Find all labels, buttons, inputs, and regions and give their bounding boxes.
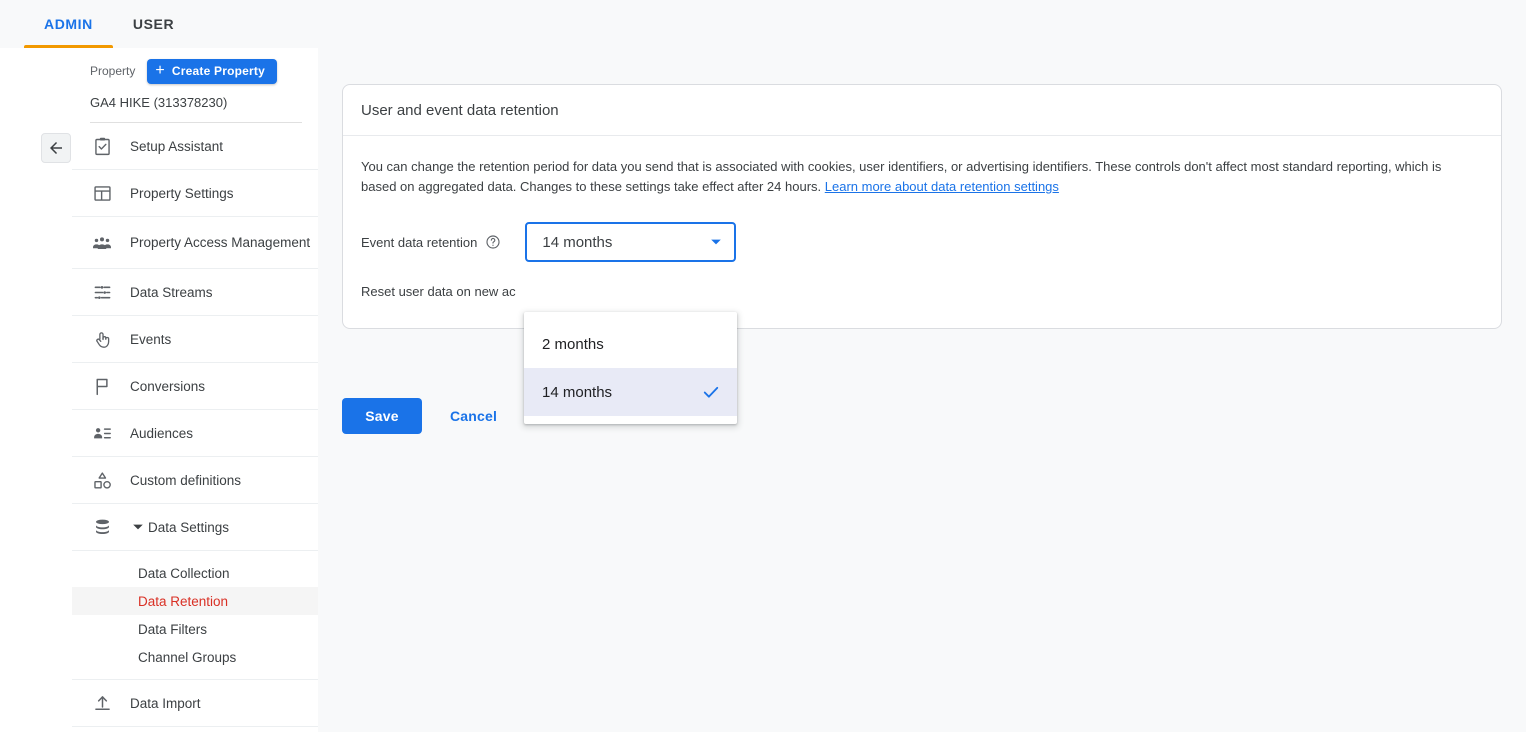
event-data-retention-field: Event data retention 14 months — [361, 222, 1483, 262]
arrow-left-icon — [47, 139, 65, 157]
chevron-down-icon[interactable] — [130, 521, 146, 533]
card-body: You can change the retention period for … — [343, 136, 1501, 328]
retention-description: You can change the retention period for … — [361, 157, 1453, 197]
learn-more-link[interactable]: Learn more about data retention settings — [825, 179, 1059, 194]
event-data-retention-label: Event data retention — [361, 234, 478, 250]
person-list-icon — [90, 421, 114, 445]
sidebar-item-data-streams[interactable]: Data Streams — [72, 269, 318, 316]
sidebar-subitem-data-retention[interactable]: Data Retention — [72, 587, 318, 615]
flag-icon — [90, 374, 114, 398]
event-data-retention-select[interactable]: 14 months — [525, 222, 737, 262]
property-label: Property — [90, 64, 136, 78]
sidebar-item-label: Custom definitions — [130, 472, 242, 488]
main-content: User and event data retention You can ch… — [318, 48, 1526, 732]
reset-user-data-row: Reset user data on new ac — [361, 284, 516, 299]
sidebar-item-property-access-management[interactable]: Property Access Management — [72, 217, 318, 269]
subitem-label: Data Retention — [138, 593, 229, 609]
sidebar-item-label: Events — [130, 331, 172, 347]
sidebar: Property + Create Property GA4 HIKE (313… — [72, 48, 318, 732]
tune-icon — [90, 280, 114, 304]
dropdown-option-2-months[interactable]: 2 months — [524, 320, 737, 368]
people-group-icon — [90, 231, 114, 255]
sidebar-item-events[interactable]: Events — [72, 316, 318, 363]
card-title: User and event data retention — [343, 85, 1501, 136]
sidebar-item-label: Property Settings — [130, 185, 234, 201]
property-name: GA4 HIKE (313378230) — [90, 95, 228, 110]
plus-icon: + — [155, 62, 165, 79]
shapes-icon — [90, 468, 114, 492]
subnav-spacer-top — [72, 551, 318, 559]
sidebar-group-label: Data Settings — [148, 519, 230, 535]
data-retention-card: User and event data retention You can ch… — [342, 84, 1502, 329]
app-root: ADMIN USER Property + Create Property GA… — [0, 0, 1526, 732]
touch-icon — [90, 327, 114, 351]
page-body: Property + Create Property GA4 HIKE (313… — [0, 48, 1526, 732]
sidebar-item-label: Property Access Management — [130, 235, 311, 250]
create-property-label: Create Property — [171, 64, 265, 78]
sidebar-item-custom-definitions[interactable]: Custom definitions — [72, 457, 318, 504]
sidebar-item-label: Data Streams — [130, 284, 213, 300]
sidebar-item-label: Audiences — [130, 425, 194, 441]
sidebar-nav: Setup Assistant Property Settings Proper… — [72, 123, 318, 727]
upload-icon — [90, 691, 114, 715]
save-button[interactable]: Save — [342, 398, 422, 434]
sidebar-item-label: Setup Assistant — [130, 138, 224, 154]
retention-dropdown-menu: 2 months 14 months — [524, 312, 737, 424]
select-value: 14 months — [542, 233, 613, 251]
subnav-spacer-bottom — [72, 671, 318, 680]
help-icon[interactable] — [485, 234, 501, 250]
dropdown-option-14-months[interactable]: 14 months — [524, 368, 737, 416]
subitem-label: Channel Groups — [138, 649, 237, 665]
sidebar-item-audiences[interactable]: Audiences — [72, 410, 318, 457]
cancel-button[interactable]: Cancel — [434, 398, 513, 434]
check-icon — [701, 382, 721, 402]
chevron-down-icon[interactable] — [710, 236, 722, 248]
sidebar-item-conversions[interactable]: Conversions — [72, 363, 318, 410]
subitem-label: Data Collection — [138, 565, 230, 581]
subitem-label: Data Filters — [138, 621, 208, 637]
database-icon — [90, 515, 114, 539]
dropdown-option-label: 14 months — [542, 383, 613, 401]
property-header: Property + Create Property — [72, 48, 318, 84]
left-rail — [0, 48, 20, 732]
sidebar-item-setup-assistant[interactable]: Setup Assistant — [72, 123, 318, 170]
collapse-sidebar-button[interactable] — [41, 133, 71, 163]
dropdown-option-label: 2 months — [542, 335, 604, 353]
create-property-button[interactable]: + Create Property — [147, 58, 277, 84]
sidebar-item-label: Conversions — [130, 378, 206, 394]
sidebar-item-label: Data Import — [130, 695, 201, 711]
tab-user[interactable]: USER — [113, 0, 194, 48]
sidebar-item-property-settings[interactable]: Property Settings — [72, 170, 318, 217]
layout-icon — [90, 181, 114, 205]
sidebar-subitem-channel-groups[interactable]: Channel Groups — [72, 643, 318, 671]
sidebar-item-data-import[interactable]: Data Import — [72, 680, 318, 727]
tab-admin[interactable]: ADMIN — [24, 0, 113, 48]
sidebar-subitem-data-filters[interactable]: Data Filters — [72, 615, 318, 643]
sidebar-group-data-settings[interactable]: Data Settings — [72, 504, 318, 551]
sidebar-subitem-data-collection[interactable]: Data Collection — [72, 559, 318, 587]
top-tab-bar: ADMIN USER — [0, 0, 1526, 48]
clipboard-check-icon — [90, 134, 114, 158]
form-actions: Save Cancel — [342, 398, 513, 434]
